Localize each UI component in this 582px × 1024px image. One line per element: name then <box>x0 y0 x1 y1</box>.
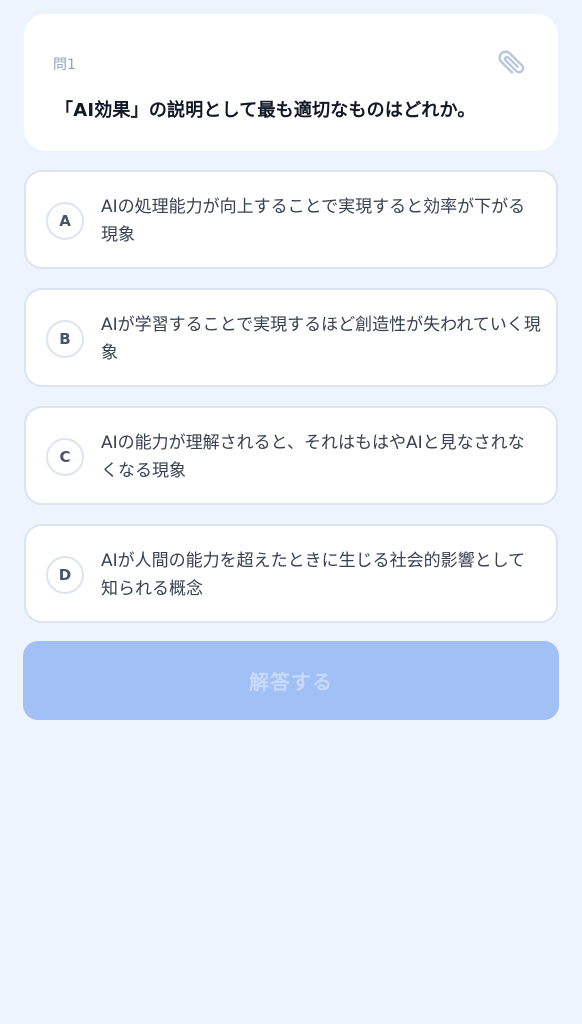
option-text: AIが学習することで実現するほど創造性が失われていく現象 <box>101 315 541 363</box>
option-b[interactable]: B AIが学習することで実現するほど創造性が失われていく現象 <box>24 288 558 387</box>
option-letter: D <box>46 556 84 594</box>
option-letter: C <box>46 438 84 476</box>
option-letter: A <box>46 202 84 240</box>
paperclip-icon[interactable] <box>492 44 532 84</box>
option-text: AIが人間の能力を超えたときに生じる社会的影響として知られる概念 <box>101 551 526 599</box>
option-text: AIの能力が理解されると、それはもはやAIと見なされなくなる現象 <box>101 433 525 481</box>
question-number: 問1 <box>53 57 76 73</box>
option-text: AIの処理能力が向上することで実現すると効率が下がる現象 <box>101 197 526 245</box>
option-d[interactable]: D AIが人間の能力を超えたときに生じる社会的影響として知られる概念 <box>24 524 558 623</box>
option-letter: B <box>46 320 84 358</box>
option-a[interactable]: A AIの処理能力が向上することで実現すると効率が下がる現象 <box>24 170 558 269</box>
question-text: 「AI効果」の説明として最も適切なものはどれか。 <box>55 100 476 121</box>
question-card: 問1 「AI効果」の説明として最も適切なものはどれか。 <box>24 14 558 151</box>
submit-answer-button[interactable]: 解答する <box>23 641 559 720</box>
option-c[interactable]: C AIの能力が理解されると、それはもはやAIと見なされなくなる現象 <box>24 406 558 505</box>
